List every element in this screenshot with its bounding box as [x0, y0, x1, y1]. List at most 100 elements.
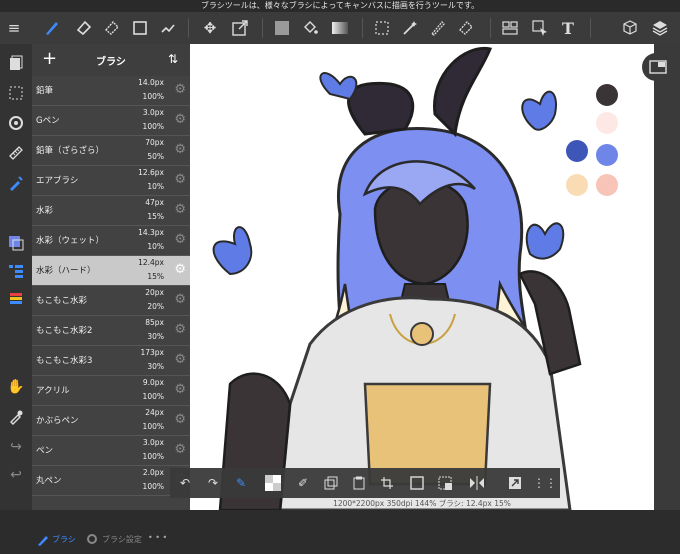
gear-icon[interactable]: ⚙	[174, 262, 186, 277]
right-strip	[654, 44, 680, 510]
brush-item[interactable]: 鉛筆 14.0px 100% ⚙	[32, 76, 190, 106]
gear-icon[interactable]: ⚙	[174, 172, 186, 187]
eyedropper-icon[interactable]	[4, 406, 28, 428]
eraser-tool-icon[interactable]	[72, 16, 96, 40]
layers-icon[interactable]	[648, 16, 672, 40]
gear-icon[interactable]: ⚙	[174, 142, 186, 157]
copy-icon[interactable]	[322, 474, 340, 492]
brush-item[interactable]: 鉛筆（ざらざら） 70px 50% ⚙	[32, 136, 190, 166]
material-icon[interactable]	[618, 16, 642, 40]
undo-icon[interactable]: ↩	[4, 464, 28, 486]
gradient-tool-icon[interactable]	[328, 16, 352, 40]
left-sidebar: ✋ ↪ ↩	[0, 44, 32, 510]
frame-divider-icon[interactable]	[498, 16, 522, 40]
pen-icon[interactable]: ✐	[294, 474, 312, 492]
brush-switch-icon[interactable]: ✎	[232, 474, 250, 492]
flip-icon[interactable]	[468, 474, 486, 492]
clear-icon[interactable]	[408, 474, 426, 492]
brush-panel-header: + ブラシ ⇅	[32, 44, 190, 76]
gear-icon[interactable]: ⚙	[174, 232, 186, 247]
line-tool-icon[interactable]	[156, 16, 180, 40]
text-tool-icon[interactable]: T	[556, 16, 580, 40]
rotate-icon[interactable]	[4, 112, 28, 134]
rectangle-tool-icon[interactable]	[128, 16, 152, 40]
gear-icon[interactable]: ⚙	[174, 412, 186, 427]
more-button[interactable]: • • •	[148, 533, 167, 542]
share-icon[interactable]	[506, 474, 524, 492]
brush-opacity: 10%	[147, 242, 164, 251]
brush-item[interactable]: エアブラシ 12.6px 10% ⚙	[32, 166, 190, 196]
fill-color-icon[interactable]	[270, 16, 294, 40]
crop-icon[interactable]	[378, 474, 396, 492]
selection-icon[interactable]	[4, 82, 28, 104]
brush-item[interactable]: もこもこ水彩2 85px 30% ⚙	[32, 316, 190, 346]
brush-item[interactable]: もこもこ水彩3 173px 30% ⚙	[32, 346, 190, 376]
palette-swatch-1[interactable]	[596, 84, 618, 106]
brush-list: 鉛筆 14.0px 100% ⚙ Gペン 3.0px 100% ⚙ 鉛筆（ざらざら） 70px 50…	[32, 76, 190, 496]
brush-name: 鉛筆	[36, 86, 54, 96]
gear-icon[interactable]: ⚙	[174, 202, 186, 217]
sort-button[interactable]: ⇅	[168, 52, 178, 66]
gear-icon[interactable]: ⚙	[174, 352, 186, 367]
brush-item[interactable]: アクリル 9.0px 100% ⚙	[32, 376, 190, 406]
transform-tool-icon[interactable]	[228, 16, 252, 40]
gear-icon[interactable]: ⚙	[174, 442, 186, 457]
hand-icon[interactable]: ✋	[4, 376, 28, 398]
palette-swatch-2[interactable]	[596, 112, 618, 134]
gear-icon[interactable]: ⚙	[174, 292, 186, 307]
redo-icon[interactable]: ↷	[204, 474, 222, 492]
select-tool-icon[interactable]	[370, 16, 394, 40]
brush-item[interactable]: 水彩（ハード） 12.4px 15% ⚙	[32, 256, 190, 286]
brush-name: 水彩	[36, 206, 54, 216]
blur-tool-icon[interactable]	[100, 16, 124, 40]
brush-size: 14.0px	[138, 78, 164, 87]
brush-name: 丸ペン	[36, 476, 62, 486]
brush-name: Gペン	[36, 116, 60, 126]
gear-icon[interactable]: ⚙	[174, 82, 186, 97]
fill-icon[interactable]	[436, 474, 454, 492]
brush-item[interactable]: 丸ペン2.0px100%⚙	[32, 466, 190, 496]
magic-wand-icon[interactable]	[398, 16, 422, 40]
brush-tool-icon[interactable]	[40, 16, 64, 40]
operation-tool-icon[interactable]	[528, 16, 552, 40]
gear-icon[interactable]: ⚙	[174, 112, 186, 127]
menu-icon[interactable]: ≡	[2, 16, 26, 40]
brush-item[interactable]: ペン 3.0px 100% ⚙	[32, 436, 190, 466]
brush-opacity: 50%	[147, 152, 164, 161]
brush-size: 3.0px	[142, 438, 164, 447]
brush-opacity: 100%	[142, 422, 164, 431]
palette-swatch-4[interactable]	[596, 144, 618, 166]
palette-swatch-5[interactable]	[566, 174, 588, 196]
drawing-canvas[interactable]	[190, 44, 654, 510]
brush-item[interactable]: 水彩 47px 15% ⚙	[32, 196, 190, 226]
palette-swatch-3[interactable]	[566, 140, 588, 162]
undo-icon[interactable]: ↶	[176, 474, 194, 492]
select-pen-icon[interactable]	[426, 16, 450, 40]
transparent-color-icon[interactable]	[264, 474, 282, 492]
color-icon[interactable]	[4, 232, 28, 254]
status-message: ブラシツールは、様々なブラシによってキャンバスに描画を行うツールです。	[200, 1, 480, 10]
brush-tab[interactable]: ブラシ	[52, 534, 76, 545]
move-tool-icon[interactable]: ✥	[198, 16, 222, 40]
snap-icon[interactable]	[4, 172, 28, 194]
paste-icon[interactable]	[350, 474, 368, 492]
grid-icon[interactable]: ⋮⋮	[533, 474, 557, 492]
brush-item[interactable]: Gペン 3.0px 100% ⚙	[32, 106, 190, 136]
gear-icon[interactable]: ⚙	[174, 322, 186, 337]
brush-size: 85px	[145, 318, 164, 327]
ruler-icon[interactable]	[4, 142, 28, 164]
bucket-tool-icon[interactable]	[298, 16, 322, 40]
page-icon[interactable]	[4, 52, 28, 74]
brush-item[interactable]: 水彩（ウェット） 14.3px 10% ⚙	[32, 226, 190, 256]
palette-icon[interactable]	[4, 288, 28, 310]
redo-icon[interactable]: ↪	[4, 436, 28, 458]
palette-swatch-6[interactable]	[596, 174, 618, 196]
select-eraser-icon[interactable]	[454, 16, 478, 40]
brush-size: 24px	[145, 408, 164, 417]
gear-icon[interactable]: ⚙	[174, 382, 186, 397]
navigator-button[interactable]	[642, 53, 674, 81]
brush-settings-tab[interactable]: ブラシ設定	[102, 534, 142, 545]
layer-list-icon[interactable]	[4, 260, 28, 282]
brush-item[interactable]: もこもこ水彩 20px 20% ⚙	[32, 286, 190, 316]
brush-item[interactable]: かぶらペン 24px 100% ⚙	[32, 406, 190, 436]
